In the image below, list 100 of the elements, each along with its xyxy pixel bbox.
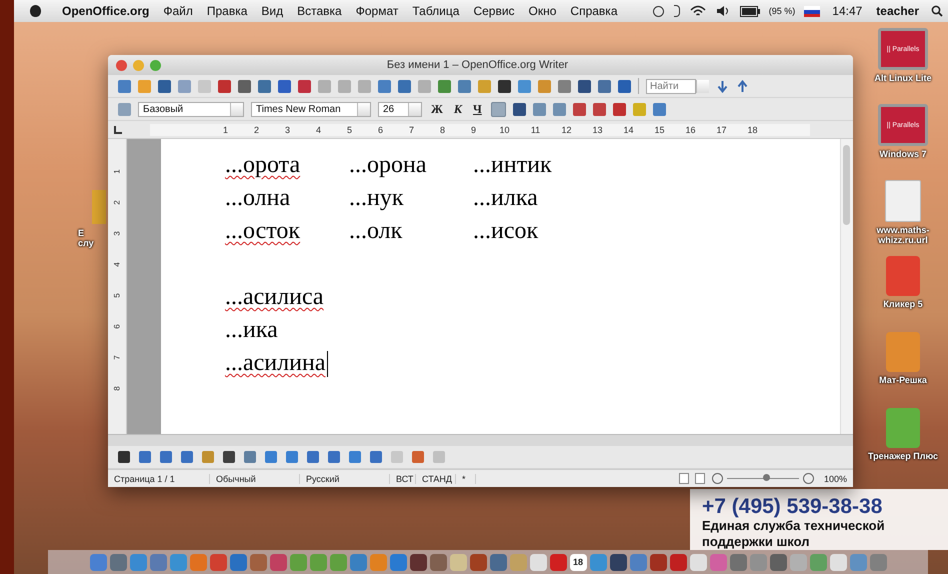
ruler-number: 14 — [622, 124, 634, 134]
zoom-slider-thumb[interactable] — [762, 474, 770, 481]
ruler-number: 13 — [591, 124, 604, 134]
dock-app-icon[interactable] — [830, 554, 846, 570]
icon-label: Кликер 5 — [883, 299, 923, 309]
toolbar-icon[interactable] — [618, 80, 631, 92]
dock-app-icon[interactable] — [430, 554, 446, 570]
find-field[interactable]: Найти — [646, 78, 696, 94]
ruler-number: 18 — [746, 124, 758, 134]
toolbar-icon[interactable] — [512, 102, 526, 116]
dock-app-icon[interactable] — [650, 554, 666, 570]
minimize-button[interactable] — [133, 60, 144, 70]
toolbar-icon[interactable] — [498, 80, 511, 92]
drawing-tool-icon[interactable] — [181, 451, 193, 463]
format-button[interactable]: Ж — [429, 102, 445, 116]
menu-item[interactable]: Вид — [254, 4, 290, 18]
drawing-tool-icon[interactable] — [118, 451, 130, 463]
icon-label: Мат-Решка — [879, 375, 927, 385]
word: ...орона — [349, 152, 428, 179]
page-layout-icon[interactable] — [678, 473, 689, 484]
ruler-number: 4 — [314, 124, 322, 134]
drawing-tool-icon[interactable] — [412, 451, 424, 463]
ruler-number: 1 — [112, 169, 122, 174]
toolbar-icon[interactable] — [218, 80, 231, 92]
toolbar-icon[interactable] — [278, 80, 291, 92]
page-layout-icon[interactable] — [694, 473, 705, 484]
battery-icon[interactable] — [740, 6, 760, 16]
wifi-icon[interactable] — [690, 5, 706, 17]
ruler-number: 17 — [715, 124, 728, 134]
drawing-tool-icon[interactable] — [223, 451, 235, 463]
drawing-tool-icon[interactable] — [139, 451, 151, 463]
dock-app-icon[interactable] — [270, 554, 286, 570]
ruler-number: 6 — [112, 324, 122, 329]
dock-app-icon[interactable] — [470, 554, 486, 570]
tab-stop-icon[interactable] — [114, 126, 122, 134]
window-title: Без имени 1 – OpenOffice.org Writer — [386, 59, 570, 71]
flag-icon[interactable] — [804, 6, 820, 16]
drawing-tool-icon[interactable] — [307, 451, 319, 463]
ruler-number: 2 — [112, 200, 122, 205]
format-button[interactable]: Ч — [471, 102, 484, 116]
dock-app-icon[interactable] — [530, 554, 546, 570]
format-button[interactable]: К — [452, 102, 464, 116]
dock-app-icon[interactable] — [670, 554, 686, 570]
up-arrow-icon[interactable] — [736, 80, 749, 92]
drawing-tool-icon[interactable] — [244, 451, 256, 463]
zoom-in-icon[interactable] — [802, 473, 814, 484]
drawing-tool-icon[interactable] — [349, 451, 361, 463]
clock[interactable]: 14:47 — [825, 4, 870, 18]
toolbar-icon[interactable] — [578, 80, 591, 92]
ruler-number: 6 — [376, 124, 384, 134]
toolbar-icon[interactable] — [238, 80, 251, 92]
menu-item[interactable]: Сервис — [466, 4, 522, 18]
dock-app-icon[interactable] — [210, 554, 226, 570]
dock-app-icon[interactable] — [250, 554, 266, 570]
document-icon[interactable] — [885, 180, 921, 222]
dropdown-button[interactable] — [696, 80, 709, 92]
menu-item[interactable]: Таблица — [405, 4, 466, 18]
paragraph-style-box[interactable]: Базовый — [138, 102, 244, 116]
dock-app-icon[interactable] — [550, 554, 566, 570]
search-icon[interactable] — [931, 5, 943, 17]
font-size-box[interactable]: 26 — [378, 102, 422, 116]
ruler-number: 7 — [112, 355, 122, 360]
dock-app-icon[interactable] — [730, 554, 746, 570]
speaker-icon[interactable] — [716, 5, 730, 17]
drawing-tool-icon[interactable] — [160, 451, 172, 463]
toolbar-icon[interactable] — [158, 80, 171, 92]
menu-item[interactable]: Формат — [348, 4, 406, 18]
word: ...нук — [349, 185, 405, 212]
dock-app-icon[interactable] — [110, 554, 126, 570]
drawing-tool-icon[interactable] — [286, 451, 298, 463]
dock-app-icon[interactable] — [490, 554, 506, 570]
app-menu[interactable]: OpenOffice.org — [55, 4, 156, 18]
down-arrow-icon[interactable] — [716, 80, 729, 92]
user-name[interactable]: teacher — [869, 4, 926, 18]
drawing-tool-icon[interactable] — [265, 451, 277, 463]
toolbar-icon[interactable] — [612, 102, 626, 116]
dock-app-icon[interactable] — [690, 554, 706, 570]
word: ...олна — [225, 185, 292, 212]
horizontal-scrollbar[interactable] — [108, 434, 853, 446]
drawing-tool-icon[interactable] — [328, 451, 340, 463]
dock-app-icon[interactable] — [770, 554, 786, 570]
menu-item[interactable]: Окно — [522, 4, 564, 18]
dock-app-icon[interactable] — [610, 554, 626, 570]
calendar-icon[interactable]: 18 — [570, 554, 586, 570]
toolbar-icon[interactable] — [298, 80, 311, 92]
font-name-box[interactable]: Times New Roman — [251, 102, 371, 116]
ruler-number: 15 — [653, 124, 666, 134]
menu-item[interactable]: Вставка — [290, 4, 349, 18]
zoom-button[interactable] — [150, 60, 161, 70]
dock-app-icon[interactable] — [410, 554, 426, 570]
menu-item[interactable]: Правка — [200, 4, 254, 18]
menu-item[interactable]: Файл — [156, 4, 200, 18]
drawing-tool-icon[interactable] — [370, 451, 382, 463]
zoom-out-icon[interactable] — [712, 473, 723, 484]
dock-app-icon[interactable] — [230, 554, 246, 570]
word: ...илка — [473, 185, 539, 212]
vertical-scrollbar[interactable] — [840, 139, 853, 434]
icon-label: Тренажер Плюс — [868, 451, 938, 461]
close-button[interactable] — [116, 60, 127, 70]
menu-item[interactable]: Справка — [563, 4, 624, 18]
